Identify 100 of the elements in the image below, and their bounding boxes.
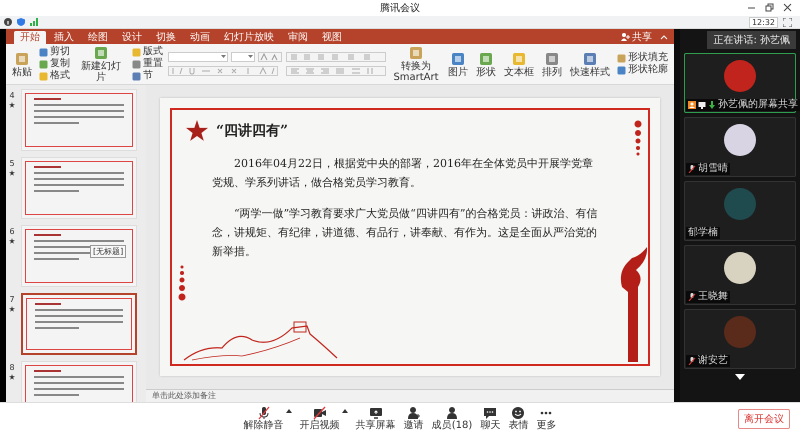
ribbon-button[interactable]: 文本框 xyxy=(502,50,536,78)
add-user-icon xyxy=(621,32,630,40)
star-icon xyxy=(9,238,15,244)
ribbon-tab[interactable]: 绘图 xyxy=(82,31,114,44)
tooltip: [无标题] xyxy=(90,245,126,258)
info-icon[interactable] xyxy=(4,18,12,26)
ribbon-tab[interactable]: 设计 xyxy=(116,31,148,44)
toolbar-button[interactable]: 解除静音 xyxy=(244,406,284,430)
dropdown-caret-icon[interactable] xyxy=(342,408,348,412)
ribbon-button[interactable]: 节 xyxy=(131,70,164,82)
participant-name: 谢安艺 xyxy=(698,355,728,367)
slide-title: “四讲四有” xyxy=(216,122,288,140)
font-size-icon[interactable] xyxy=(258,52,282,62)
ribbon-tab[interactable]: 幻灯片放映 xyxy=(218,31,280,44)
ribbon-button[interactable]: 形状填充 xyxy=(616,52,669,64)
dropdown-caret-icon[interactable] xyxy=(286,408,292,412)
ribbon-button[interactable]: 快速样式 xyxy=(568,50,612,78)
slide-number: 5 xyxy=(9,159,15,168)
screen-icon xyxy=(698,101,706,109)
collapse-ribbon-icon[interactable] xyxy=(660,34,668,40)
ribbon-tab[interactable]: 动画 xyxy=(184,31,216,44)
ribbon-tab[interactable]: 切换 xyxy=(150,31,182,44)
ribbon-button[interactable]: 转换为SmartArt xyxy=(390,45,442,83)
avatar-placeholder xyxy=(724,124,756,156)
slide-paragraph: “两学一做”学习教育要求广大党员做“四讲四有”的合格党员：讲政治、有信念，讲规矩、有纪律，讲道德、有品行，讲奉献、有作为。这是全面从严治党的新举措。 xyxy=(212,206,598,260)
camera-off-icon xyxy=(312,406,327,420)
ribbon-tab[interactable]: 视图 xyxy=(316,31,348,44)
signal-icon xyxy=(30,18,38,26)
avatar-placeholder xyxy=(724,252,756,284)
smiley-icon xyxy=(511,406,526,420)
slide-number: 7 xyxy=(9,295,15,304)
font-size-dropdown[interactable] xyxy=(231,52,255,62)
download-arrow-icon xyxy=(708,101,716,109)
slide-paragraph: 2016年04月22日，根据党中央的部署，2016年在全体党员中开展学党章党规、学系列讲话，做合格党员学习教育。 xyxy=(212,156,594,191)
toolbar-button[interactable]: 聊天 xyxy=(480,406,500,430)
star-icon xyxy=(186,120,208,142)
participant-tile[interactable]: 谢安艺 xyxy=(684,309,796,369)
ribbon-button[interactable]: 新建幻灯片 xyxy=(75,45,127,83)
ribbon-button[interactable]: 格式 xyxy=(38,70,71,82)
window-title: 腾讯会议 xyxy=(380,2,420,15)
notes-field[interactable]: 单击此处添加备注 xyxy=(146,389,674,402)
dropdown-arrow-icon xyxy=(221,55,226,59)
star-icon xyxy=(9,306,15,312)
dropdown-arrow-icon xyxy=(248,55,253,59)
add-user-icon xyxy=(406,406,421,420)
ribbon-tab[interactable]: 插入 xyxy=(48,31,80,44)
screen-share-icon xyxy=(368,406,383,420)
tool-icon xyxy=(582,50,598,66)
avatar-placeholder xyxy=(724,60,756,92)
slide-number: 6 xyxy=(9,227,15,236)
avatar-placeholder xyxy=(724,188,756,220)
toolbar-button[interactable]: 邀请 xyxy=(404,406,424,430)
slide-number: 4 xyxy=(9,91,15,100)
chat-icon xyxy=(483,406,498,420)
toolbar-button[interactable]: 更多 xyxy=(536,406,556,430)
toolbar-button[interactable]: 成员(18) xyxy=(432,406,472,430)
participant-name: 郁学楠 xyxy=(688,227,718,239)
leave-meeting-button[interactable]: 离开会议 xyxy=(738,409,790,429)
participant-name: 孙艺佩的屏幕共享 xyxy=(718,99,798,111)
slide-number: 8 xyxy=(9,363,15,372)
participant-tile[interactable]: 王晓舞 xyxy=(684,245,796,305)
ribbon-tab[interactable]: 开始 xyxy=(14,31,46,44)
toolbar-button[interactable]: 开启视频 xyxy=(300,406,340,430)
share-button[interactable]: 共享 xyxy=(615,30,658,44)
close-icon[interactable] xyxy=(783,3,792,12)
meeting-clock: 12:32 xyxy=(748,16,778,28)
ribbon-button[interactable]: 复制 xyxy=(38,58,71,70)
tool-icon xyxy=(14,50,30,66)
tool-icon xyxy=(478,50,494,66)
slide-thumbnail[interactable] xyxy=(21,293,137,355)
ribbon-button[interactable]: 图片 xyxy=(446,50,470,78)
stars-drawing xyxy=(178,263,186,303)
toolbar-button[interactable]: 共享屏幕 xyxy=(356,406,396,430)
muted-mic-icon xyxy=(256,406,271,420)
fullscreen-icon[interactable] xyxy=(783,18,792,26)
restore-icon[interactable] xyxy=(765,3,774,12)
speaking-indicator: 正在讲话: 孙艺佩 xyxy=(707,31,796,49)
participant-name: 王晓舞 xyxy=(698,291,728,303)
toolbar-button[interactable]: 表情 xyxy=(508,406,528,430)
host-icon xyxy=(688,101,696,109)
avatar-placeholder xyxy=(724,316,756,348)
participant-tile[interactable]: 郁学楠 xyxy=(684,181,796,241)
ribbon-button[interactable]: 剪切 xyxy=(38,46,71,58)
participant-tile[interactable]: 胡雪晴 xyxy=(684,117,796,177)
tool-icon xyxy=(544,50,560,66)
ribbon-button[interactable]: 形状轮廓 xyxy=(616,64,669,76)
ribbon-button[interactable]: 粘贴 xyxy=(10,50,34,78)
star-icon xyxy=(9,170,15,176)
members-icon xyxy=(445,406,459,420)
star-icon xyxy=(9,374,15,380)
ribbon-button[interactable]: 版式 xyxy=(131,46,164,58)
ribbon-button[interactable]: 排列 xyxy=(540,50,564,78)
ribbon-button[interactable]: 形状 xyxy=(474,50,498,78)
shield-icon[interactable] xyxy=(17,18,25,26)
ribbon-button[interactable]: 重置 xyxy=(131,58,164,70)
participant-name: 胡雪晴 xyxy=(698,163,728,175)
ribbon-tab[interactable]: 审阅 xyxy=(282,31,314,44)
star-icon xyxy=(9,102,15,108)
scroll-down-icon[interactable] xyxy=(735,374,745,380)
tool-icon xyxy=(511,50,527,66)
